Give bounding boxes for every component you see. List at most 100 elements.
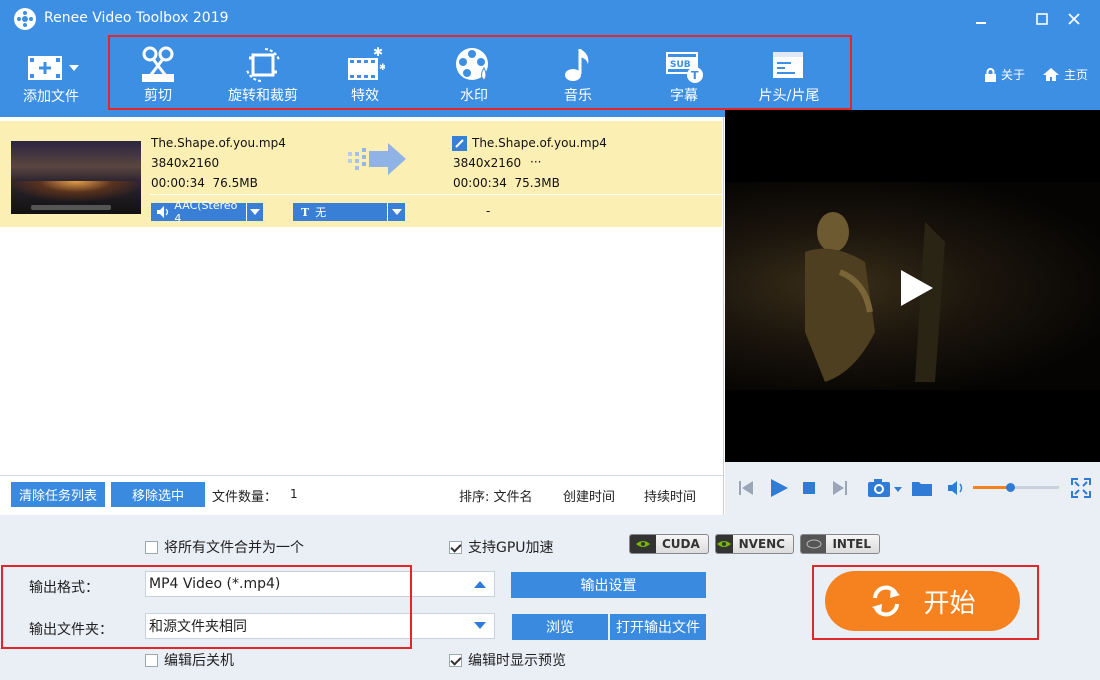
nvidia-eye-icon xyxy=(630,535,656,553)
source-duration-size: 00:00:34 76.5MB xyxy=(151,176,258,190)
edit-output-icon[interactable] xyxy=(452,136,467,151)
subtitle-value: 无 xyxy=(315,206,327,219)
tool-intro-outro[interactable]: 片头/片尾 xyxy=(739,44,839,106)
svg-text:✱: ✱ xyxy=(379,63,385,73)
gpu-accel-option[interactable]: 支持GPU加速 xyxy=(449,537,554,557)
stop-icon[interactable] xyxy=(803,482,815,494)
home-label: 主页 xyxy=(1064,68,1089,82)
merge-files-checkbox[interactable] xyxy=(145,540,158,554)
file-count-value: 1 xyxy=(290,487,298,501)
shutdown-label: 编辑后关机 xyxy=(164,653,234,669)
home-icon xyxy=(1043,68,1059,81)
source-filename: The.Shape.of.you.mp4 xyxy=(151,136,286,150)
nvenc-label: NVENC xyxy=(738,537,785,551)
chevron-up-icon xyxy=(474,581,486,588)
sort-by-duration[interactable]: 持续时间 xyxy=(644,486,696,505)
clear-task-list-button[interactable]: 清除任务列表 xyxy=(11,482,105,507)
merge-files-label: 将所有文件合并为一个 xyxy=(164,540,304,556)
row-divider xyxy=(150,194,722,195)
show-preview-checkbox[interactable] xyxy=(449,653,462,667)
tool-label: 片头/片尾 xyxy=(758,88,820,104)
previous-icon[interactable] xyxy=(739,480,753,496)
audio-track-select[interactable]: AAC(Stereo 4 xyxy=(151,199,263,225)
shutdown-checkbox[interactable] xyxy=(145,653,158,667)
merge-files-option[interactable]: 将所有文件合并为一个 xyxy=(145,537,304,557)
about-label: 关于 xyxy=(1001,68,1026,82)
show-preview-option[interactable]: 编辑时显示预览 xyxy=(449,650,566,670)
file-list: The.Shape.of.you.mp4 3840x2160 00:00:34 … xyxy=(0,117,724,475)
tool-music[interactable]: 音乐 xyxy=(528,44,628,106)
output-filename: The.Shape.of.you.mp4 xyxy=(472,136,607,150)
tool-watermark[interactable]: 水印 xyxy=(424,44,524,106)
tool-cut[interactable]: 剪切 xyxy=(108,44,208,106)
gpu-accel-label: 支持GPU加速 xyxy=(468,540,554,556)
subtitle-select[interactable]: T 无 xyxy=(293,203,405,221)
sort-by-created-time[interactable]: 创建时间 xyxy=(563,486,615,505)
chevron-down-icon xyxy=(474,622,486,629)
remove-selected-button[interactable]: 移除选中 xyxy=(111,482,205,507)
nvenc-badge: NVENC xyxy=(715,534,794,554)
tool-subtitle[interactable]: SUB T 字幕 xyxy=(634,44,734,106)
cuda-badge: CUDA xyxy=(629,534,709,554)
folder-icon[interactable] xyxy=(911,479,933,497)
browse-button[interactable]: 浏览 xyxy=(512,614,608,640)
text-t-icon: T xyxy=(301,205,310,219)
video-preview[interactable] xyxy=(725,110,1100,462)
output-more-button[interactable]: ··· xyxy=(530,155,541,169)
start-button[interactable]: 开始 xyxy=(825,571,1020,631)
film-effects-icon: ✱ ✱ xyxy=(348,46,385,80)
shutdown-option[interactable]: 编辑后关机 xyxy=(145,650,234,670)
output-subtitle-dash: - xyxy=(486,204,491,218)
tool-rotate-crop[interactable]: 旋转和裁剪 xyxy=(213,44,313,106)
maximize-button[interactable] xyxy=(1027,6,1057,32)
volume-icon[interactable] xyxy=(947,480,967,496)
about-button[interactable]: 关于 xyxy=(984,66,1025,83)
lock-icon xyxy=(985,67,996,82)
svg-text:✱: ✱ xyxy=(373,46,383,59)
chevron-down-icon xyxy=(249,209,260,215)
top-toolbar: Renee Video Toolbox 2019 添加文件 剪切 旋转和裁剪 ✱… xyxy=(0,0,1100,117)
start-label: 开始 xyxy=(923,588,976,619)
tool-label: 音乐 xyxy=(564,88,592,104)
gpu-accel-checkbox[interactable] xyxy=(449,540,462,554)
refresh-icon xyxy=(872,585,901,617)
show-preview-label: 编辑时显示预览 xyxy=(468,653,566,669)
output-duration-size: 00:00:34 75.3MB xyxy=(453,176,560,190)
volume-knob[interactable] xyxy=(1005,483,1015,492)
cuda-label: CUDA xyxy=(662,537,700,551)
app-logo-icon xyxy=(14,8,36,30)
thumbnail-controls xyxy=(31,205,111,210)
home-button[interactable]: 主页 xyxy=(1042,66,1088,83)
tool-label: 特效 xyxy=(351,88,379,104)
sort-by-filename[interactable]: 排序: 文件名 xyxy=(459,486,533,505)
tool-effects[interactable]: ✱ ✱ 特效 xyxy=(315,44,415,106)
play-icon[interactable] xyxy=(769,478,789,498)
volume-slider[interactable] xyxy=(973,483,1059,492)
minimize-icon xyxy=(976,22,986,24)
svg-text:T: T xyxy=(691,69,699,82)
tool-label: 剪切 xyxy=(144,88,172,104)
open-output-folder-button[interactable]: 打开输出文件 xyxy=(610,614,706,640)
tool-label: 水印 xyxy=(460,88,488,104)
dropdown-arrow xyxy=(245,203,263,221)
fullscreen-icon[interactable] xyxy=(1071,478,1091,498)
add-file-button[interactable]: 添加文件 xyxy=(14,46,88,108)
preview-frame xyxy=(725,182,1100,390)
minimize-button[interactable] xyxy=(966,6,996,32)
output-highlight-frame xyxy=(1,565,412,649)
add-file-label: 添加文件 xyxy=(23,89,79,105)
tool-label: 旋转和裁剪 xyxy=(228,88,298,104)
next-icon[interactable] xyxy=(833,480,847,496)
play-overlay-icon[interactable] xyxy=(899,268,935,308)
file-row[interactable]: The.Shape.of.you.mp4 3840x2160 00:00:34 … xyxy=(0,121,722,227)
convert-arrow-icon xyxy=(348,143,406,175)
music-note-icon xyxy=(565,49,589,81)
subtitle-icon: SUB T xyxy=(666,52,703,83)
maximize-icon xyxy=(1036,13,1048,25)
intro-outro-icon xyxy=(773,52,803,78)
close-button[interactable] xyxy=(1059,6,1089,32)
output-settings-button[interactable]: 输出设置 xyxy=(511,572,706,598)
intel-label: INTEL xyxy=(832,537,871,551)
speaker-icon xyxy=(157,206,169,218)
camera-icon[interactable] xyxy=(867,477,903,499)
